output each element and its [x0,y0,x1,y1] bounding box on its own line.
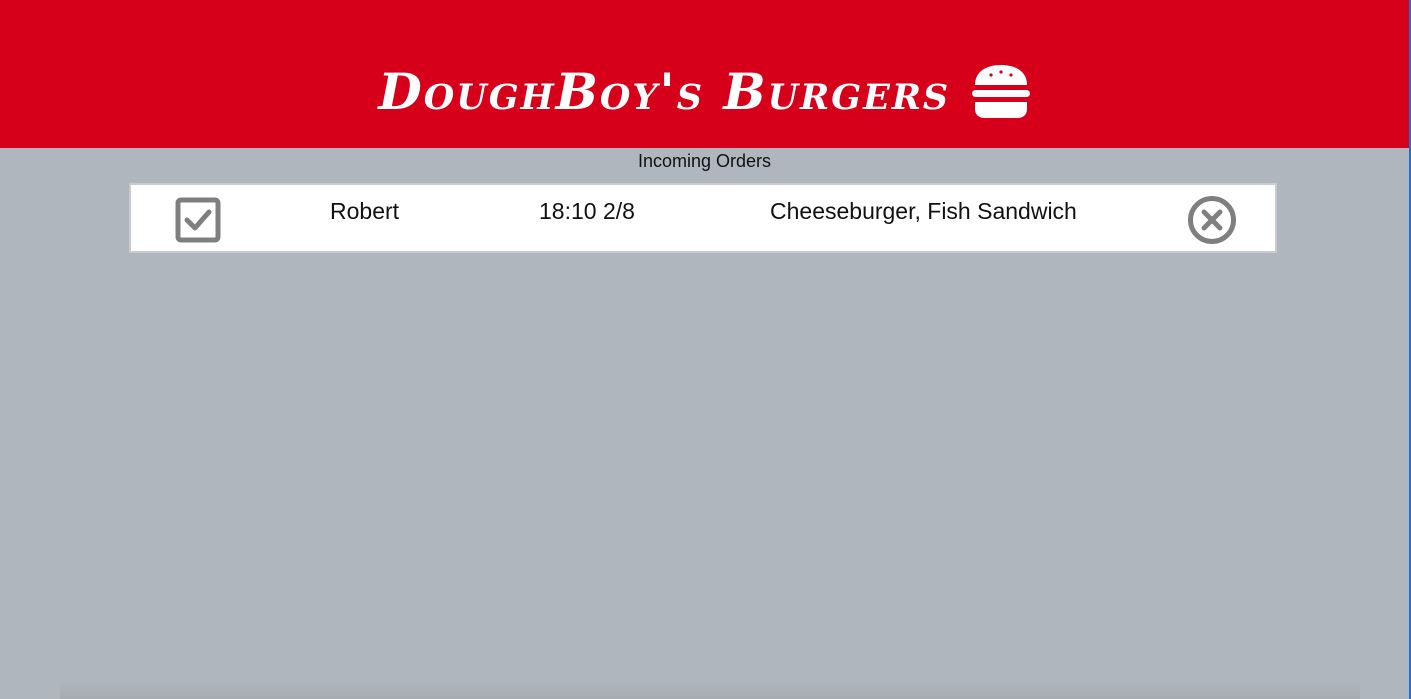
checkbox-checked-icon[interactable] [175,197,221,243]
order-items: Cheeseburger, Fish Sandwich [770,198,1077,224]
brand: DoughBoy's Burgers [0,62,1409,122]
order-row: Robert 18:10 2/8 Cheeseburger, Fish Sand… [129,183,1277,253]
section-title: Incoming Orders [637,151,772,171]
order-customer-name: Robert [330,198,400,224]
burger-icon [971,65,1030,118]
app-title: DoughBoy's Burgers [378,62,951,121]
app-header: DoughBoy's Burgers [0,0,1409,148]
circle-x-icon[interactable] [1187,195,1237,245]
page-shadow [60,680,1360,699]
order-time: 18:10 2/8 [539,198,635,224]
